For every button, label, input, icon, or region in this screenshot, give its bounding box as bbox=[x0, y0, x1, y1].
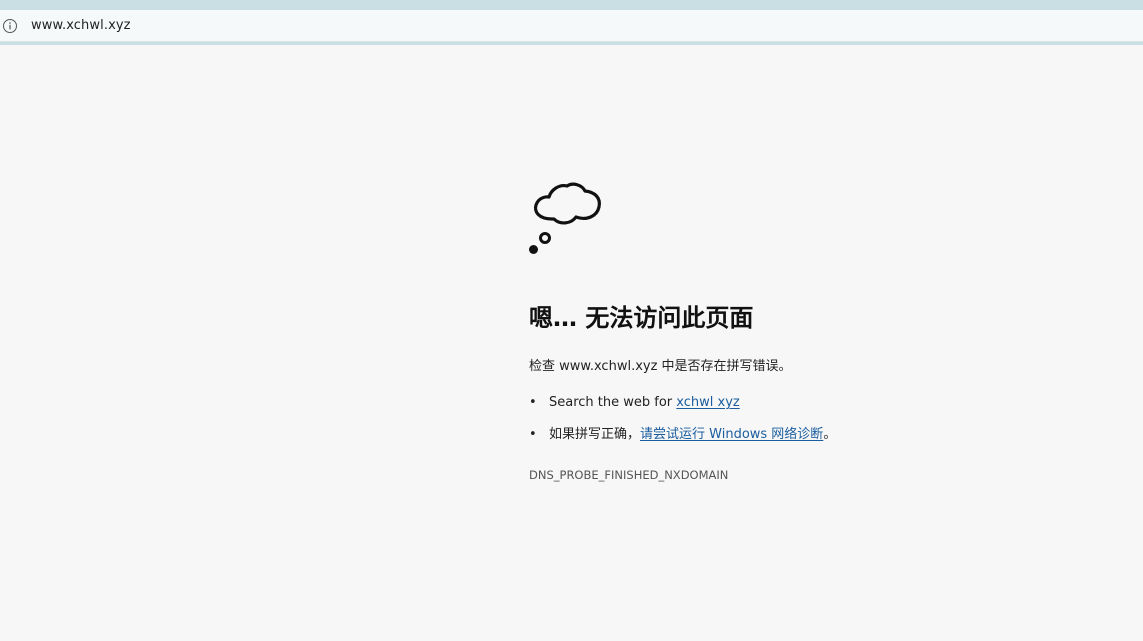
suggestion-search-web: • Search the web for xchwl xyz bbox=[529, 394, 836, 426]
url-text[interactable]: www.xchwl.xyz bbox=[31, 18, 131, 34]
spelling-check-text: 检查 www.xchwl.xyz 中是否存在拼写错误。 bbox=[529, 359, 792, 374]
diagnostics-suffix: 。 bbox=[823, 427, 837, 442]
browser-top-strip bbox=[0, 0, 1143, 10]
diagnostics-prefix: 如果拼写正确， bbox=[549, 427, 641, 442]
address-bar[interactable]: www.xchwl.xyz bbox=[0, 10, 1143, 42]
error-code: DNS_PROBE_FINISHED_NXDOMAIN bbox=[529, 468, 729, 482]
search-web-prefix: Search the web for bbox=[549, 395, 677, 410]
search-web-link[interactable]: xchwl xyz bbox=[676, 395, 739, 410]
thought-cloud-icon bbox=[529, 180, 605, 258]
info-circle-icon[interactable] bbox=[2, 18, 18, 34]
bullet: • bbox=[529, 427, 537, 442]
error-title: 嗯… 无法访问此页面 bbox=[529, 304, 754, 332]
suggestion-network-diagnostics: • 如果拼写正确，请尝试运行 Windows 网络诊断。 bbox=[529, 426, 836, 458]
address-bar-divider bbox=[0, 42, 1143, 45]
suggestion-list: • Search the web for xchwl xyz • 如果拼写正确，… bbox=[529, 394, 836, 458]
network-diagnostics-link[interactable]: 请尝试运行 Windows 网络诊断 bbox=[640, 427, 823, 442]
bullet: • bbox=[529, 395, 537, 410]
